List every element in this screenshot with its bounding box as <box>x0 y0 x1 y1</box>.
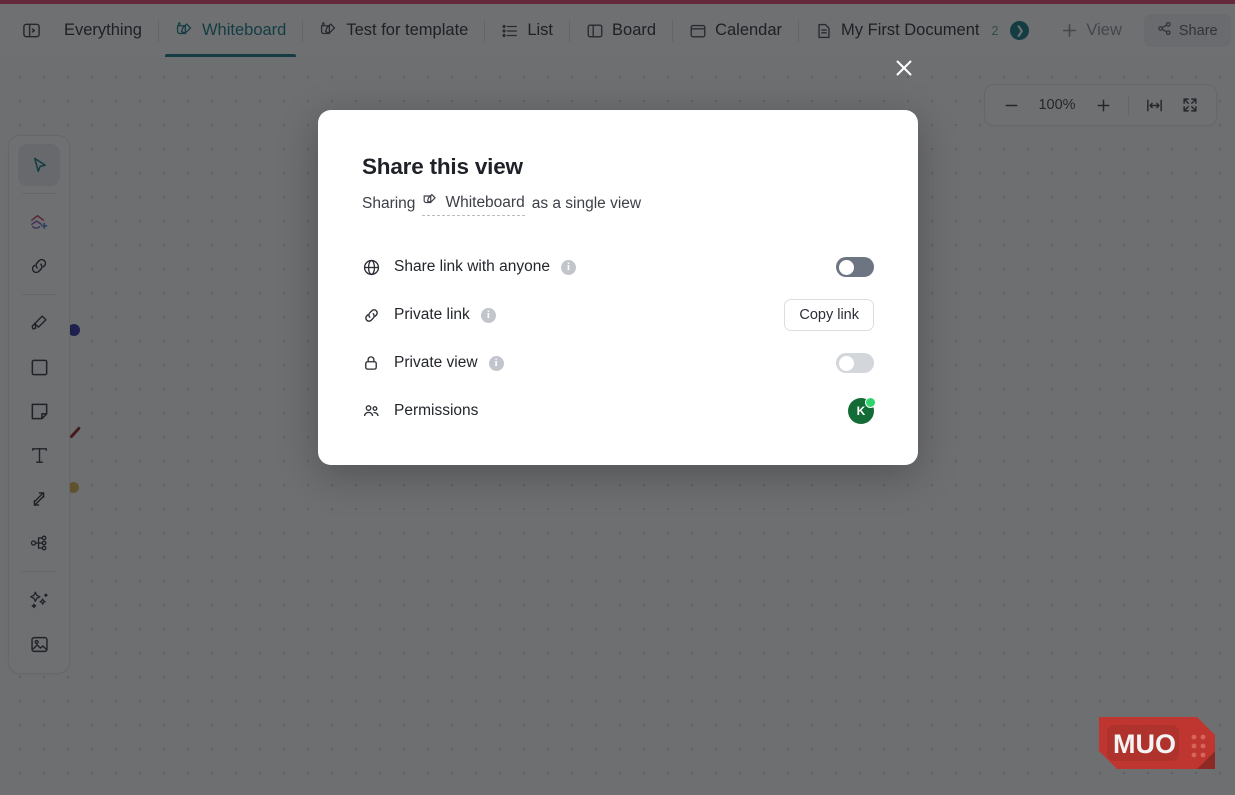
toggle-knob <box>838 259 854 275</box>
app-root: Everything Whiteboard Test <box>0 0 1235 795</box>
globe-icon <box>362 258 388 277</box>
share-option-row: Private view i <box>362 339 874 387</box>
toggle-knob <box>838 355 854 371</box>
dialog-subtitle: Sharing Whiteboard as a single view <box>362 192 874 216</box>
lock-icon <box>362 354 388 372</box>
online-status-dot <box>865 397 876 408</box>
share-option-label: Permissions <box>394 402 479 419</box>
info-icon[interactable]: i <box>560 259 576 275</box>
close-icon[interactable] <box>888 52 920 84</box>
share-view-dialog: Share this view Sharing Whiteboard as a … <box>318 110 918 465</box>
share-option-label: Private link <box>394 306 470 323</box>
watermark-text: MUO <box>1113 729 1176 759</box>
whiteboard-icon <box>422 192 438 213</box>
copy-link-button[interactable]: Copy link <box>784 299 874 331</box>
chain-link-icon <box>362 306 388 325</box>
share-option-label: Share link with anyone <box>394 258 550 275</box>
share-option-row: Permissions K <box>362 387 876 435</box>
shared-view-chip[interactable]: Whiteboard <box>422 192 525 216</box>
share-option-row: Share link with anyone i <box>362 243 874 291</box>
sharing-prefix-label: Sharing <box>362 195 416 212</box>
permissions-avatar[interactable]: K <box>848 397 876 424</box>
share-options-list: Share link with anyone i Private link i … <box>362 243 876 435</box>
share-option-row: Private link i Copy link <box>362 291 874 339</box>
shared-view-name: Whiteboard <box>445 193 525 211</box>
share-option-label: Private view <box>394 354 478 371</box>
private-view-toggle[interactable] <box>836 353 874 373</box>
info-icon[interactable]: i <box>480 307 496 323</box>
people-icon <box>362 402 388 421</box>
info-icon[interactable]: i <box>488 355 504 371</box>
avatar-initial: K <box>856 404 866 418</box>
share-link-toggle[interactable] <box>836 257 874 277</box>
muo-watermark: MUO <box>1099 717 1215 769</box>
sharing-suffix-label: as a single view <box>531 195 642 212</box>
dialog-title: Share this view <box>362 154 523 179</box>
